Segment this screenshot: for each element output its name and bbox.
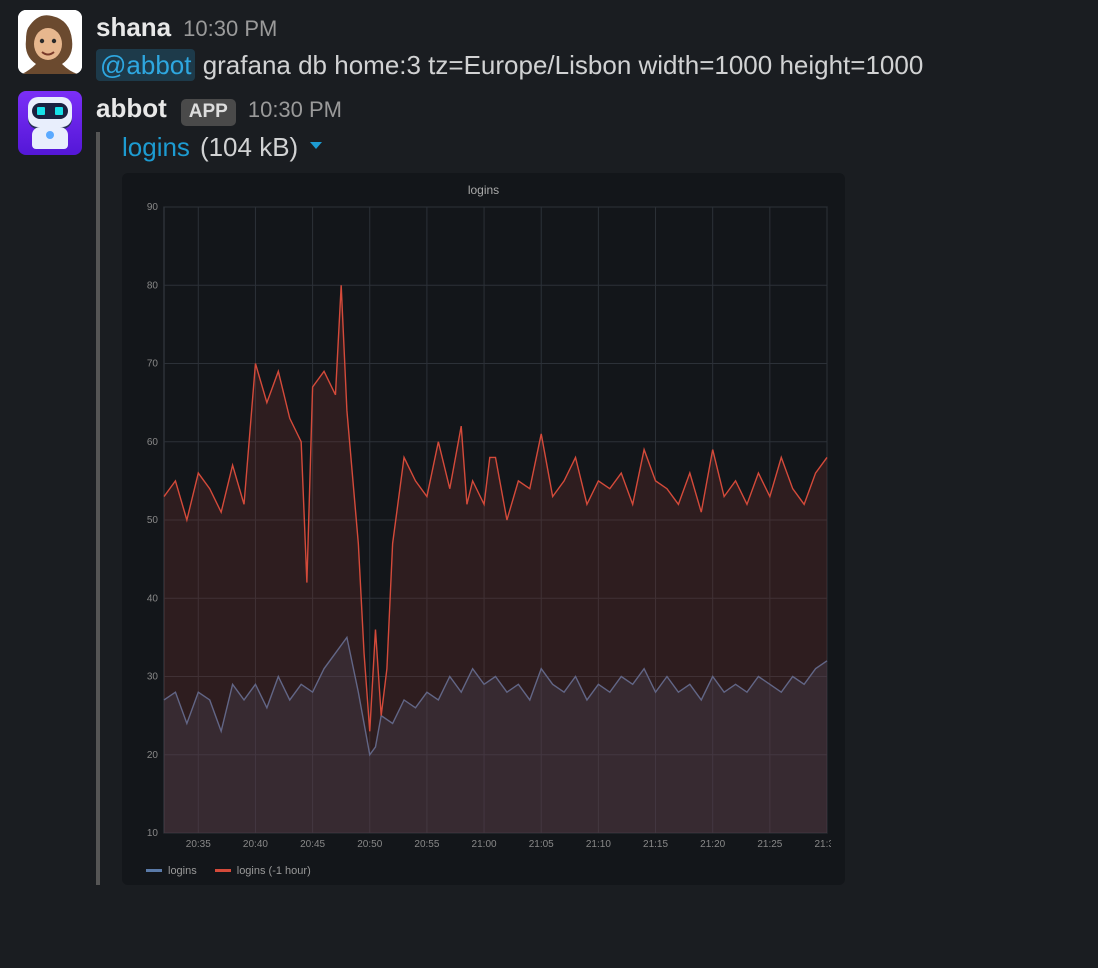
svg-text:21:30: 21:30 xyxy=(814,839,831,850)
message-header: shana 10:30 PM xyxy=(96,12,1080,43)
timestamp[interactable]: 10:30 PM xyxy=(248,97,342,123)
svg-text:30: 30 xyxy=(147,671,159,682)
svg-text:90: 90 xyxy=(147,202,159,213)
legend-swatch xyxy=(146,869,162,872)
svg-text:50: 50 xyxy=(147,515,159,526)
svg-text:21:20: 21:20 xyxy=(700,839,725,850)
svg-text:20: 20 xyxy=(147,749,159,760)
message-header: abbot APP 10:30 PM xyxy=(96,93,1080,126)
svg-text:20:40: 20:40 xyxy=(243,839,268,850)
avatar-image xyxy=(18,10,82,74)
svg-text:20:50: 20:50 xyxy=(357,839,382,850)
svg-text:10: 10 xyxy=(147,828,159,839)
svg-text:60: 60 xyxy=(147,436,159,447)
legend-swatch xyxy=(215,869,231,872)
avatar-shana[interactable] xyxy=(18,10,82,74)
message-shana: shana 10:30 PM @abbot grafana db home:3 … xyxy=(18,10,1080,85)
app-badge: APP xyxy=(181,99,236,126)
avatar-abbot[interactable] xyxy=(18,91,82,155)
svg-text:21:10: 21:10 xyxy=(586,839,611,850)
username[interactable]: abbot xyxy=(96,93,167,124)
chart-title: logins xyxy=(122,183,845,197)
svg-text:21:15: 21:15 xyxy=(643,839,668,850)
svg-text:40: 40 xyxy=(147,593,159,604)
timestamp[interactable]: 10:30 PM xyxy=(183,16,277,42)
legend-label: logins xyxy=(168,865,197,877)
svg-text:20:35: 20:35 xyxy=(186,839,211,850)
svg-text:70: 70 xyxy=(147,358,159,369)
file-size: (104 kB) xyxy=(200,132,298,163)
svg-text:20:45: 20:45 xyxy=(300,839,325,850)
legend-label: logins (-1 hour) xyxy=(237,865,311,877)
svg-text:80: 80 xyxy=(147,280,159,291)
message-body: abbot APP 10:30 PM logins (104 kB) login… xyxy=(96,91,1080,885)
message-text: @abbot grafana db home:3 tz=Europe/Lisbo… xyxy=(96,47,1080,85)
chevron-down-icon[interactable] xyxy=(310,142,322,149)
chart-legend: logins logins (-1 hour) xyxy=(122,861,845,877)
svg-text:21:05: 21:05 xyxy=(529,839,554,850)
attachment: logins (104 kB) logins 10 20 30 40 50 60 70 80 9… xyxy=(96,132,852,885)
file-name-link[interactable]: logins xyxy=(122,132,190,163)
legend-item-logins[interactable]: logins xyxy=(146,865,197,877)
chart-container[interactable]: logins 10 20 30 40 50 60 70 80 90 20:35 20:40 20:45… xyxy=(122,173,845,885)
message-text-content: grafana db home:3 tz=Europe/Lisbon width… xyxy=(195,50,923,80)
svg-text:21:00: 21:00 xyxy=(472,839,497,850)
svg-text:21:25: 21:25 xyxy=(757,839,782,850)
avatar-image xyxy=(26,97,74,149)
username[interactable]: shana xyxy=(96,12,171,43)
chart-plot: 10 20 30 40 50 60 70 80 90 20:35 20:40 20:45 20:50 20… xyxy=(136,201,831,861)
message-abbot: abbot APP 10:30 PM logins (104 kB) login… xyxy=(18,91,1080,885)
message-body: shana 10:30 PM @abbot grafana db home:3 … xyxy=(96,10,1080,85)
svg-text:20:55: 20:55 xyxy=(414,839,439,850)
attachment-header: logins (104 kB) xyxy=(122,132,852,163)
mention-abbot[interactable]: @abbot xyxy=(96,49,195,81)
legend-item-logins-1h[interactable]: logins (-1 hour) xyxy=(215,865,311,877)
